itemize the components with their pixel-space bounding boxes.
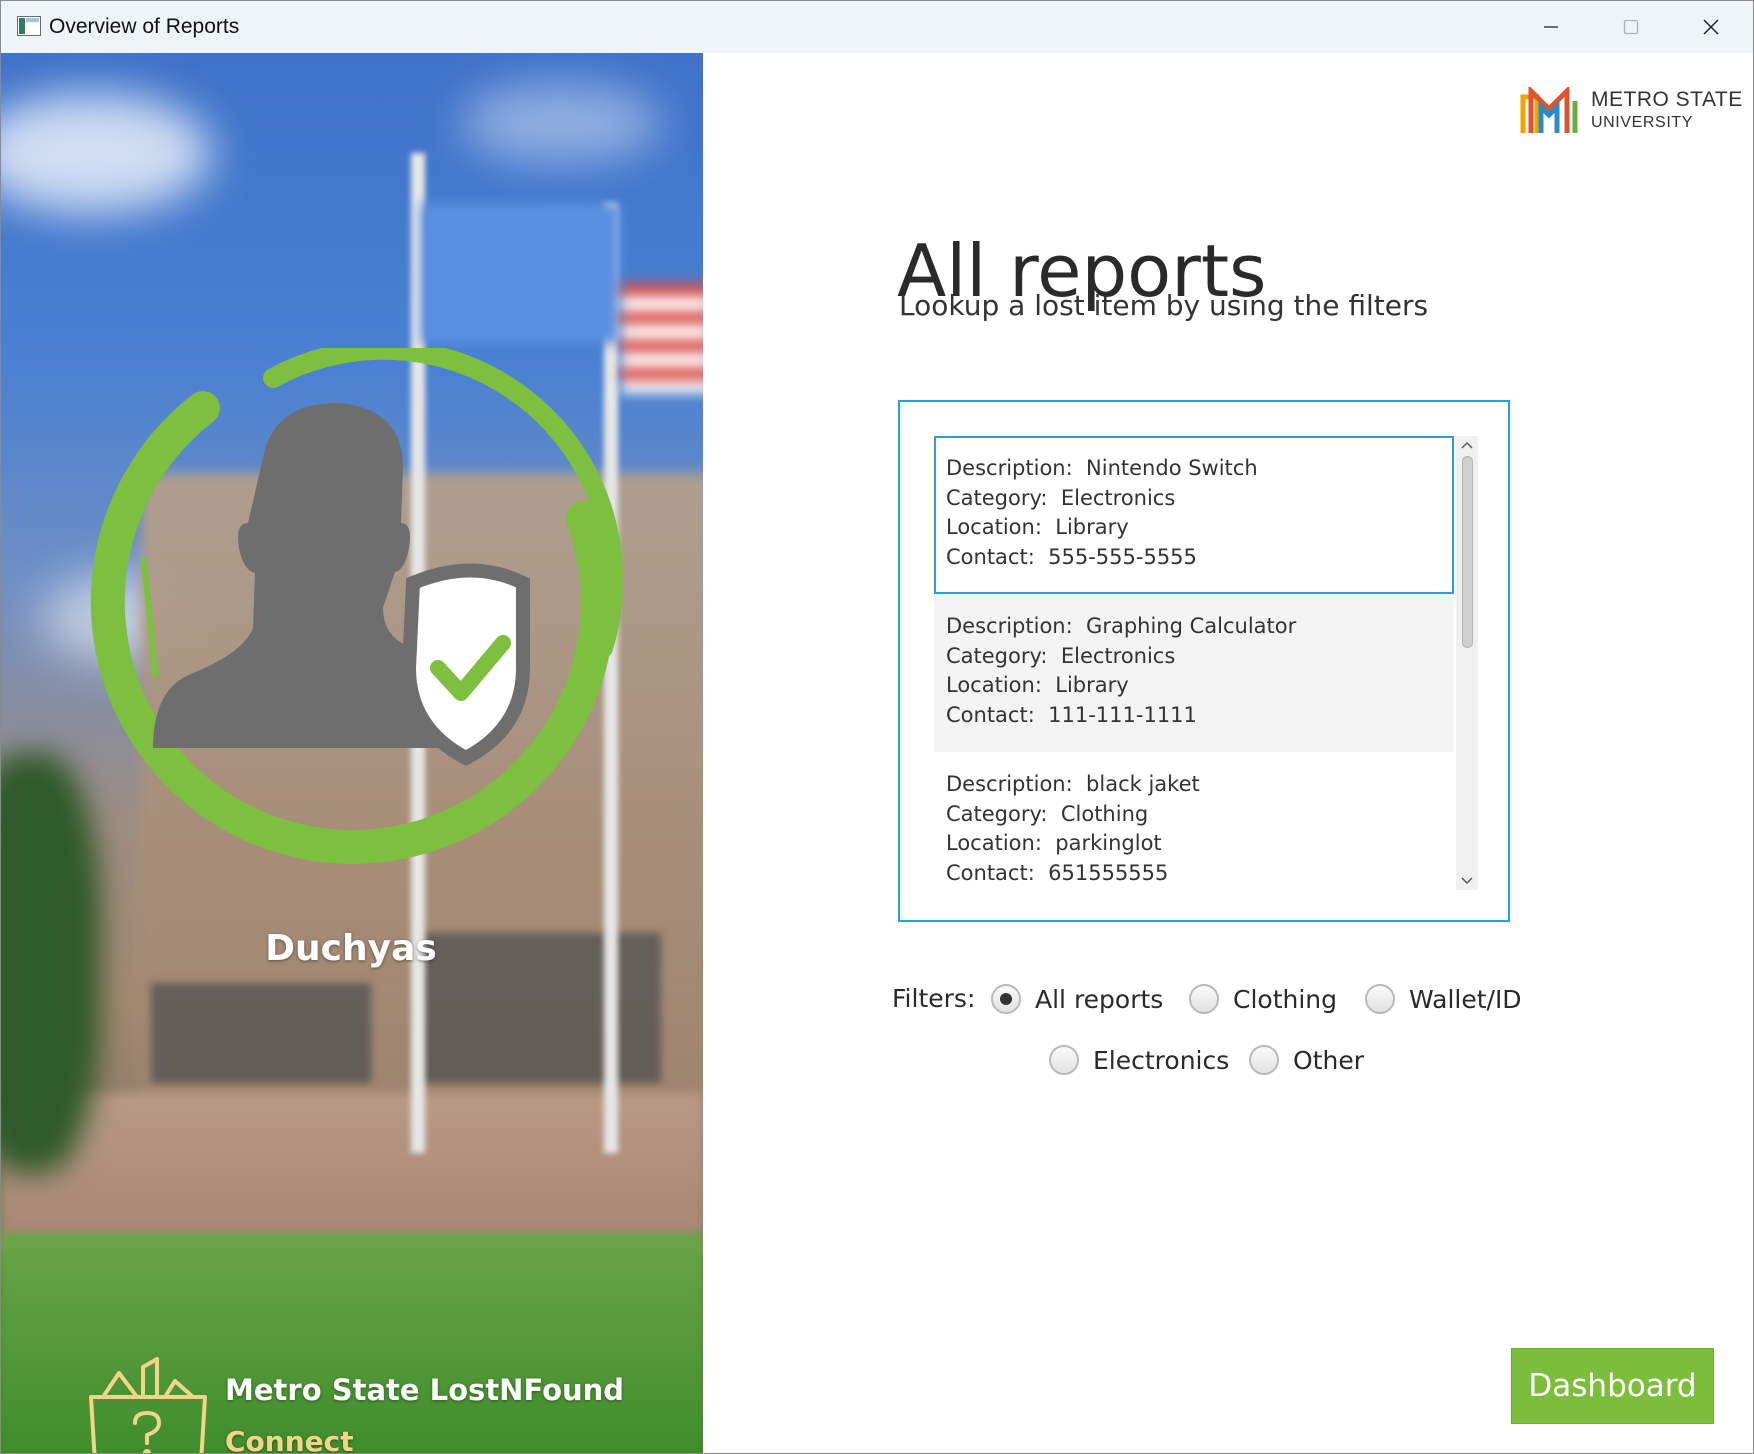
filters-label: Filters: (892, 984, 976, 1013)
filter-wallet-id[interactable]: Wallet/ID (1365, 984, 1522, 1014)
minimize-icon (1544, 26, 1558, 28)
reports-list[interactable]: Description: Nintendo Switch Category: E… (934, 436, 1479, 890)
maximize-button[interactable] (1591, 1, 1671, 53)
report-item[interactable]: Description: Graphing Calculator Categor… (934, 594, 1454, 752)
filter-other[interactable]: Other (1249, 1045, 1364, 1075)
filter-all-reports[interactable]: All reports (991, 984, 1163, 1014)
report-item[interactable]: Description: black jaket Category: Cloth… (934, 752, 1454, 890)
radio-button[interactable] (991, 984, 1021, 1014)
brand-name: Metro State LostNFound (225, 1373, 625, 1407)
report-description: Description: Nintendo Switch (946, 456, 1258, 480)
chevron-down-icon[interactable] (1459, 873, 1475, 889)
page-subtitle: Lookup a lost item by using the filters (899, 289, 1429, 322)
maximize-icon (1623, 19, 1639, 35)
report-contact: Contact: 555-555-5555 (946, 544, 1197, 569)
lost-found-box-icon (89, 1357, 207, 1453)
cloud (1, 93, 211, 213)
radio-button[interactable] (1365, 984, 1395, 1014)
university-name-sub: UNIVERSITY (1591, 114, 1694, 131)
username-label: Duchyas (265, 928, 437, 969)
report-location: Location: parkinglot (946, 831, 1162, 855)
sidebar-panel: Duchyas Metro State LostNFound Connect (1, 53, 703, 1453)
minimize-button[interactable] (1511, 1, 1591, 53)
us-flag (621, 283, 703, 393)
close-button[interactable] (1671, 1, 1751, 53)
radio-button[interactable] (1189, 984, 1219, 1014)
user-shield-icon (90, 348, 623, 864)
report-contact: Contact: 651555555 (946, 860, 1169, 885)
report-item[interactable]: Description: Nintendo Switch Category: E… (934, 436, 1454, 594)
filter-electronics[interactable]: Electronics (1049, 1045, 1229, 1075)
report-category: Category: Electronics (946, 643, 1176, 668)
state-flag (421, 203, 621, 343)
metro-state-logo-icon (1520, 87, 1578, 133)
report-description: Description: black jaket (946, 772, 1200, 796)
window-title: Overview of Reports (49, 15, 240, 38)
report-contact: Contact: 111-111-1111 (946, 702, 1197, 727)
dashboard-button[interactable]: Dashboard (1511, 1348, 1714, 1424)
filter-label: All reports (1035, 984, 1164, 1014)
filter-label: Electronics (1093, 1045, 1230, 1075)
scroll-thumb[interactable] (1462, 456, 1473, 648)
filter-label: Wallet/ID (1409, 984, 1522, 1014)
report-category: Category: Clothing (946, 801, 1149, 826)
report-description: Description: Graphing Calculator (946, 614, 1297, 638)
brick-wall (1, 1093, 703, 1253)
list-scrollbar[interactable] (1456, 436, 1478, 890)
app-icon (17, 16, 41, 36)
report-category: Category: Electronics (946, 485, 1176, 510)
title-bar: Overview of Reports (1, 1, 1753, 53)
university-name: METRO STATE UNIVERSITY (1591, 87, 1743, 133)
cloud (461, 83, 661, 163)
app-window: Overview of Reports Duchyas Metro State … (0, 0, 1754, 1454)
filter-clothing[interactable]: Clothing (1189, 984, 1337, 1014)
chevron-up-icon[interactable] (1459, 437, 1475, 453)
report-location: Location: Library (946, 673, 1129, 697)
building-windows (151, 983, 371, 1083)
filter-label: Clothing (1233, 984, 1338, 1014)
report-location: Location: Library (946, 515, 1129, 539)
radio-button[interactable] (1049, 1045, 1079, 1075)
radio-button[interactable] (1249, 1045, 1279, 1075)
brand-tagline: Connect (225, 1425, 354, 1453)
filter-label: Other (1293, 1045, 1364, 1075)
close-icon (1703, 19, 1719, 35)
university-name-main: METRO STATE (1591, 88, 1743, 111)
